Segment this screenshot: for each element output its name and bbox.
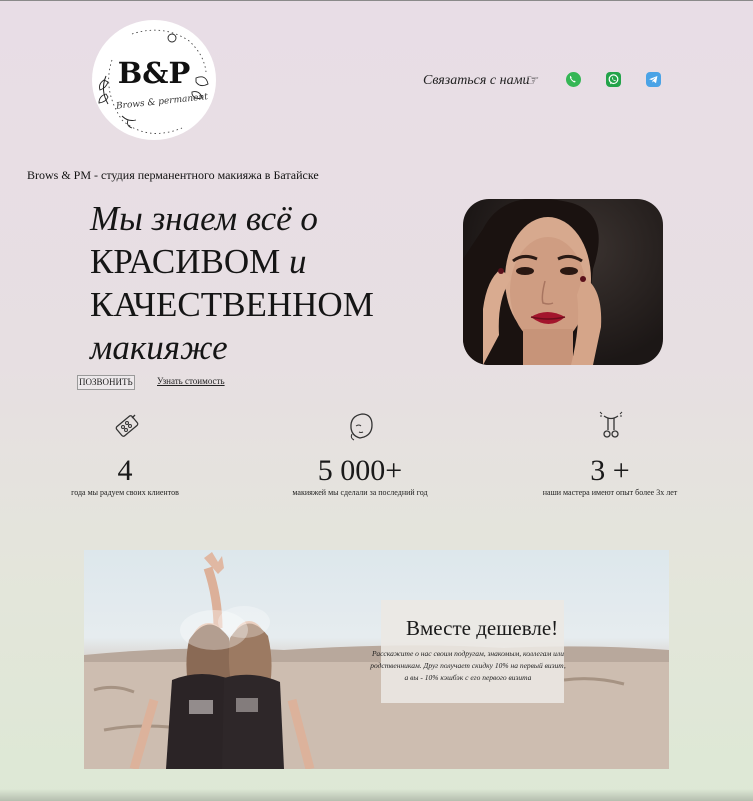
headline-line-3: КАЧЕСТВЕННОМ — [90, 285, 374, 324]
telegram-button[interactable] — [646, 72, 661, 87]
logo-mark: B&P — [117, 56, 191, 90]
pointing-hand-icon: ☞ — [526, 73, 540, 89]
whatsapp-icon — [608, 74, 619, 85]
stat-experience-value: 3 + — [590, 454, 630, 487]
logo[interactable]: B&P Brows & permanent — [92, 20, 216, 140]
studio-tagline: Brows & PM - студия перманентного макияж… — [27, 168, 319, 182]
eyelash-curler-icon — [599, 411, 623, 438]
stat-experience-label: наши мастера имеют опыт более 3х лет — [542, 488, 678, 497]
stat-years-value: 4 — [117, 454, 133, 487]
call-button[interactable]: ПОЗВОНИТЬ — [77, 375, 135, 390]
phone-icon — [569, 75, 576, 83]
promo-title: Вместе дешевле! — [406, 616, 559, 640]
promo-banner: Вместе дешевле! Расскажите о нас своим п… — [84, 550, 669, 769]
bottom-shadow — [0, 789, 753, 801]
headline-line-4: макияже — [90, 328, 228, 367]
stat-makeups-value: 5 000+ — [317, 454, 403, 487]
headline-line-1: Мы знаем всё о — [90, 199, 318, 238]
model-portrait-image — [463, 199, 602, 365]
stat-makeups-label: макияжей мы сделали за последний год — [292, 488, 428, 497]
hero-headline: Мы знаем всё о КРАСИВОМ и КАЧЕСТВЕННОМ м… — [90, 197, 450, 369]
hero-model-photo — [463, 199, 663, 365]
phone-button[interactable] — [566, 72, 581, 87]
promo-text: Расскажите о нас своим подругам, знакомы… — [370, 649, 566, 682]
top-divider — [0, 0, 753, 1]
headline-word-beautiful: КРАСИВОМ — [90, 242, 281, 281]
contact-label[interactable]: Связаться с нами — [423, 73, 530, 89]
price-link[interactable]: Узнать стоимость — [157, 376, 225, 386]
headline-word-and: и — [288, 242, 307, 281]
face-icon — [350, 413, 373, 441]
telegram-icon — [649, 76, 658, 84]
whatsapp-button[interactable] — [606, 72, 621, 87]
palette-icon — [115, 414, 139, 437]
headline-line-2: КРАСИВОМ и — [90, 240, 450, 283]
stat-years-label: года мы радуем своих клиентов — [71, 488, 179, 497]
